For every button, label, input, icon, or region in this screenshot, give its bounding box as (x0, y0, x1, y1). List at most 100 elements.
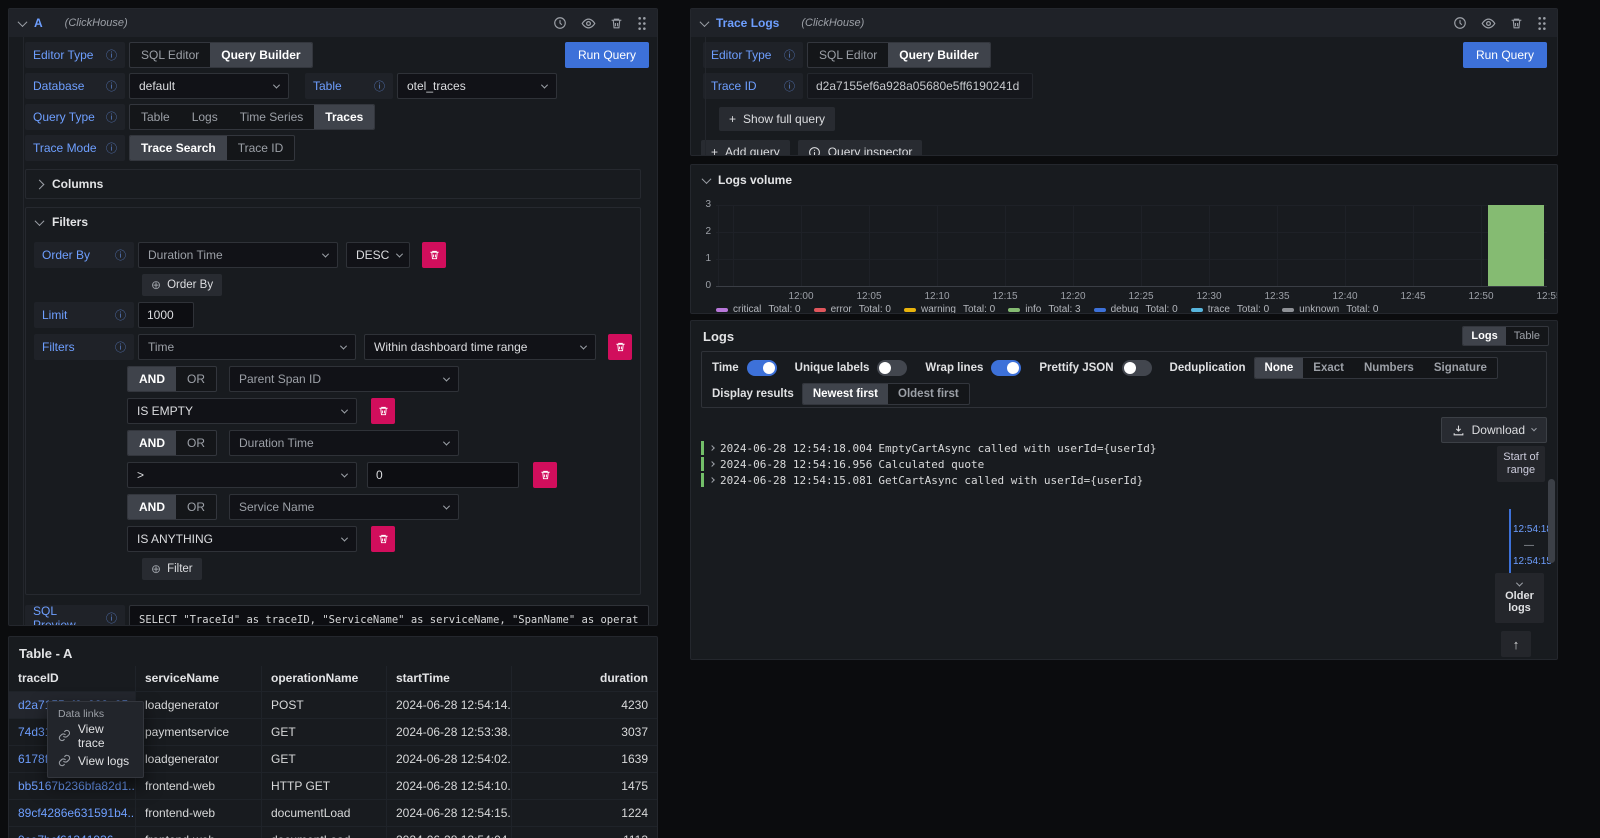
log-line[interactable]: 2024-06-28 12:54:15.081 GetCartAsync cal… (701, 473, 1143, 487)
info-icon[interactable]: ⓘ (374, 78, 385, 94)
query-row-header-a[interactable]: A (ClickHouse) (9, 9, 657, 37)
remove-filter-button[interactable] (371, 398, 395, 424)
info-icon[interactable]: ⓘ (115, 307, 126, 323)
query-type-logs[interactable]: Logs (181, 105, 229, 129)
logs-volume-header[interactable]: Logs volume (691, 165, 1557, 187)
table-view-option[interactable]: Table (1506, 327, 1548, 345)
legend-item-critical[interactable]: criticalTotal: 0 (716, 304, 801, 314)
sql-editor-option[interactable]: SQL Editor (808, 43, 888, 67)
query-row-header-trace-logs[interactable]: Trace Logs (ClickHouse) (691, 9, 1557, 37)
limit-input[interactable]: 1000 (138, 302, 194, 328)
collapse-chevron-icon[interactable] (700, 17, 710, 27)
or-option[interactable]: OR (176, 367, 216, 391)
add-query-button[interactable]: +Add query (701, 140, 790, 156)
add-order-by-button[interactable]: ⊕Order By (142, 274, 222, 296)
older-logs-button[interactable]: Older logs (1495, 573, 1544, 623)
info-icon[interactable]: ⓘ (115, 339, 126, 355)
info-icon[interactable]: ⓘ (106, 610, 117, 626)
order-by-direction-select[interactable]: DESC (346, 242, 410, 268)
dedup-exact-option[interactable]: Exact (1303, 358, 1354, 378)
trash-icon[interactable] (610, 17, 623, 30)
view-trace-menu-item[interactable]: View trace (48, 723, 143, 748)
legend-item-unknown[interactable]: unknownTotal: 0 (1282, 304, 1378, 314)
query-builder-option[interactable]: Query Builder (888, 43, 989, 67)
database-select[interactable]: default (129, 73, 289, 99)
remove-filter-button[interactable] (371, 526, 395, 552)
query-builder-option[interactable]: Query Builder (210, 43, 311, 67)
and-option[interactable]: AND (128, 367, 176, 391)
expand-chevron-icon[interactable] (709, 477, 715, 483)
or-option[interactable]: OR (176, 431, 216, 455)
unique-labels-toggle[interactable] (877, 360, 907, 376)
query-type-timeseries[interactable]: Time Series (229, 105, 315, 129)
history-icon[interactable] (553, 16, 567, 30)
and-option[interactable]: AND (128, 431, 176, 455)
or-option[interactable]: OR (176, 495, 216, 519)
filter-operator-select[interactable]: IS EMPTY (127, 398, 357, 424)
info-icon[interactable]: ⓘ (784, 78, 795, 94)
dedup-signature-option[interactable]: Signature (1424, 358, 1497, 378)
time-toggle[interactable] (747, 360, 777, 376)
log-range-indicator[interactable] (1509, 509, 1511, 573)
view-logs-menu-item[interactable]: View logs (48, 748, 143, 773)
prettify-json-toggle[interactable] (1122, 360, 1152, 376)
column-header-operationname[interactable]: operationName (262, 666, 387, 692)
trace-id-option[interactable]: Trace ID (227, 136, 295, 160)
scroll-to-top-button[interactable]: ↑ (1501, 631, 1531, 657)
show-full-query-button[interactable]: +Show full query (719, 107, 835, 131)
add-filter-button[interactable]: ⊕Filter (142, 558, 202, 580)
column-header-starttime[interactable]: startTime (387, 666, 512, 692)
dedup-numbers-option[interactable]: Numbers (1354, 358, 1424, 378)
query-type-table[interactable]: Table (130, 105, 181, 129)
filter-time-field-select[interactable]: Time (138, 334, 356, 360)
filter-value-input[interactable]: 0 (367, 462, 519, 488)
history-icon[interactable] (1453, 16, 1467, 30)
column-header-servicename[interactable]: serviceName (136, 666, 262, 692)
newest-first-option[interactable]: Newest first (803, 384, 888, 404)
logs-scrollbar[interactable] (1548, 479, 1555, 563)
legend-item-info[interactable]: infoTotal: 3 (1008, 304, 1080, 314)
query-inspector-button[interactable]: Query inspector (798, 140, 923, 156)
trace-id-link[interactable]: 89cf4286e631591b4... (9, 800, 136, 827)
oldest-first-option[interactable]: Oldest first (888, 384, 969, 404)
filters-section-header[interactable]: Filters (26, 208, 640, 236)
legend-item-debug[interactable]: debugTotal: 0 (1094, 304, 1178, 314)
and-option[interactable]: AND (128, 495, 176, 519)
run-query-button[interactable]: Run Query (565, 42, 649, 68)
drag-handle-icon[interactable] (637, 16, 647, 31)
filter-operator-select[interactable]: IS ANYTHING (127, 526, 357, 552)
remove-time-filter-button[interactable] (608, 334, 632, 360)
range-start-time[interactable]: 12:54:18 (1513, 524, 1552, 535)
column-header-duration[interactable]: duration (512, 666, 657, 692)
remove-filter-button[interactable] (533, 462, 557, 488)
legend-item-warning[interactable]: warningTotal: 0 (904, 304, 995, 314)
info-icon[interactable]: ⓘ (115, 247, 126, 263)
info-icon[interactable]: ⓘ (106, 47, 117, 63)
info-logs-bar[interactable] (1488, 205, 1544, 287)
drag-handle-icon[interactable] (1537, 16, 1547, 31)
eye-icon[interactable] (1481, 16, 1496, 31)
wrap-lines-toggle[interactable] (991, 360, 1021, 376)
info-icon[interactable]: ⓘ (106, 109, 117, 125)
run-query-button[interactable]: Run Query (1463, 42, 1547, 68)
sql-editor-option[interactable]: SQL Editor (130, 43, 210, 67)
dedup-none-option[interactable]: None (1255, 358, 1304, 378)
download-button[interactable]: Download (1441, 417, 1547, 443)
columns-section-header[interactable]: Columns (26, 170, 640, 198)
filter-field-select[interactable]: Parent Span ID (229, 366, 459, 392)
collapse-chevron-icon[interactable] (18, 17, 28, 27)
logs-view-option[interactable]: Logs (1463, 327, 1505, 345)
trace-id-link[interactable]: 9ce7bcf61341936... (9, 827, 136, 838)
column-header-traceid[interactable]: traceID (9, 666, 136, 692)
filter-field-select[interactable]: Service Name (229, 494, 459, 520)
trace-id-input[interactable]: d2a7155ef6a928a05680e5ff6190241d (807, 73, 1033, 99)
range-end-time[interactable]: 12:54:15 (1513, 556, 1552, 567)
filter-field-select[interactable]: Duration Time (229, 430, 459, 456)
trash-icon[interactable] (1510, 17, 1523, 30)
legend-item-trace[interactable]: traceTotal: 0 (1191, 304, 1269, 314)
filter-time-value-select[interactable]: Within dashboard time range (364, 334, 596, 360)
query-type-traces[interactable]: Traces (314, 105, 374, 129)
log-line[interactable]: 2024-06-28 12:54:18.004 EmptyCartAsync c… (701, 441, 1156, 455)
remove-order-by-button[interactable] (422, 242, 446, 268)
log-line[interactable]: 2024-06-28 12:54:16.956 Calculated quote (701, 457, 984, 471)
